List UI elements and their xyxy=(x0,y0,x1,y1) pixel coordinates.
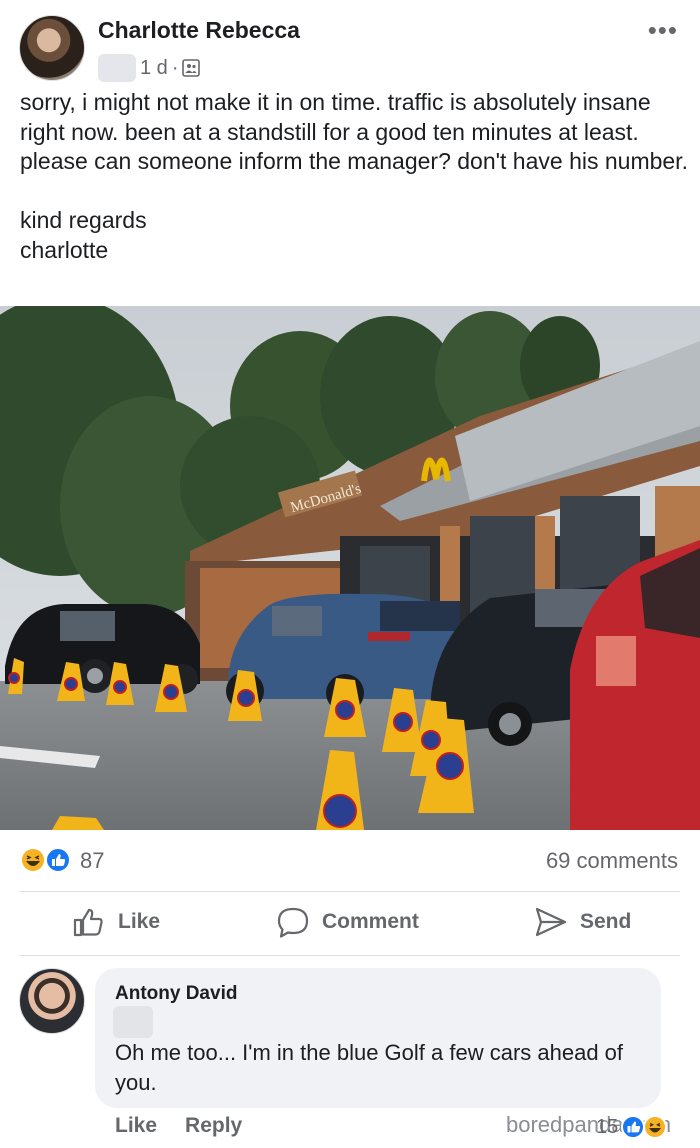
comment-reactions[interactable]: 15 xyxy=(596,1114,668,1140)
post-meta: 1 d · xyxy=(98,54,201,82)
more-options-icon[interactable]: ••• xyxy=(648,17,678,43)
author-name[interactable]: Charlotte Rebecca xyxy=(98,17,300,44)
like-label: Like xyxy=(118,910,161,933)
like-outline-icon xyxy=(72,906,106,938)
comment-count[interactable]: 69 comments xyxy=(546,848,678,874)
reaction-count[interactable]: 87 xyxy=(80,848,104,874)
send-button[interactable]: Send xyxy=(534,906,631,938)
group-audience-icon xyxy=(182,59,201,77)
comment-bubble: Antony David Oh me too... I'm in the blu… xyxy=(95,968,661,1108)
author-avatar[interactable] xyxy=(19,15,85,81)
post-time[interactable]: 1 d xyxy=(140,57,168,80)
commenter-avatar[interactable] xyxy=(19,968,85,1034)
post-text: sorry, i might not make it in on time. t… xyxy=(20,89,688,263)
comment-text: Oh me too... I'm in the blue Golf a few … xyxy=(115,1040,624,1095)
divider xyxy=(20,955,680,956)
comment-button[interactable]: Comment xyxy=(276,906,419,938)
comment-like-button[interactable]: Like xyxy=(115,1114,157,1138)
meta-separator: · xyxy=(171,56,179,79)
send-label: Send xyxy=(580,910,632,933)
like-icon xyxy=(621,1115,646,1139)
comment-bubble-icon xyxy=(276,906,310,938)
like-icon xyxy=(45,847,71,873)
post-actions: Like Comment Send xyxy=(0,892,700,956)
comment-reaction-count: 15 xyxy=(596,1115,619,1138)
comment-reply-button[interactable]: Reply xyxy=(185,1114,242,1138)
photo-illustration: McDonald's xyxy=(0,306,700,830)
post-photo[interactable]: McDonald's xyxy=(0,306,700,830)
redacted-blur xyxy=(113,1006,153,1038)
like-button[interactable]: Like xyxy=(72,906,160,938)
commenter-name[interactable]: Antony David xyxy=(115,983,237,1005)
haha-icon xyxy=(20,847,46,873)
redacted-blur xyxy=(98,54,136,82)
comment-label: Comment xyxy=(322,910,419,933)
send-arrow-icon xyxy=(534,906,568,938)
comment-reaction-icons xyxy=(621,1115,668,1139)
haha-icon xyxy=(643,1115,668,1139)
reactions-summary[interactable]: 87 69 comments xyxy=(0,840,700,884)
post-header: Charlotte Rebecca 1 d · ••• xyxy=(0,0,700,88)
reaction-icons xyxy=(20,846,74,874)
comment-actions: Like Reply xyxy=(115,1114,242,1138)
